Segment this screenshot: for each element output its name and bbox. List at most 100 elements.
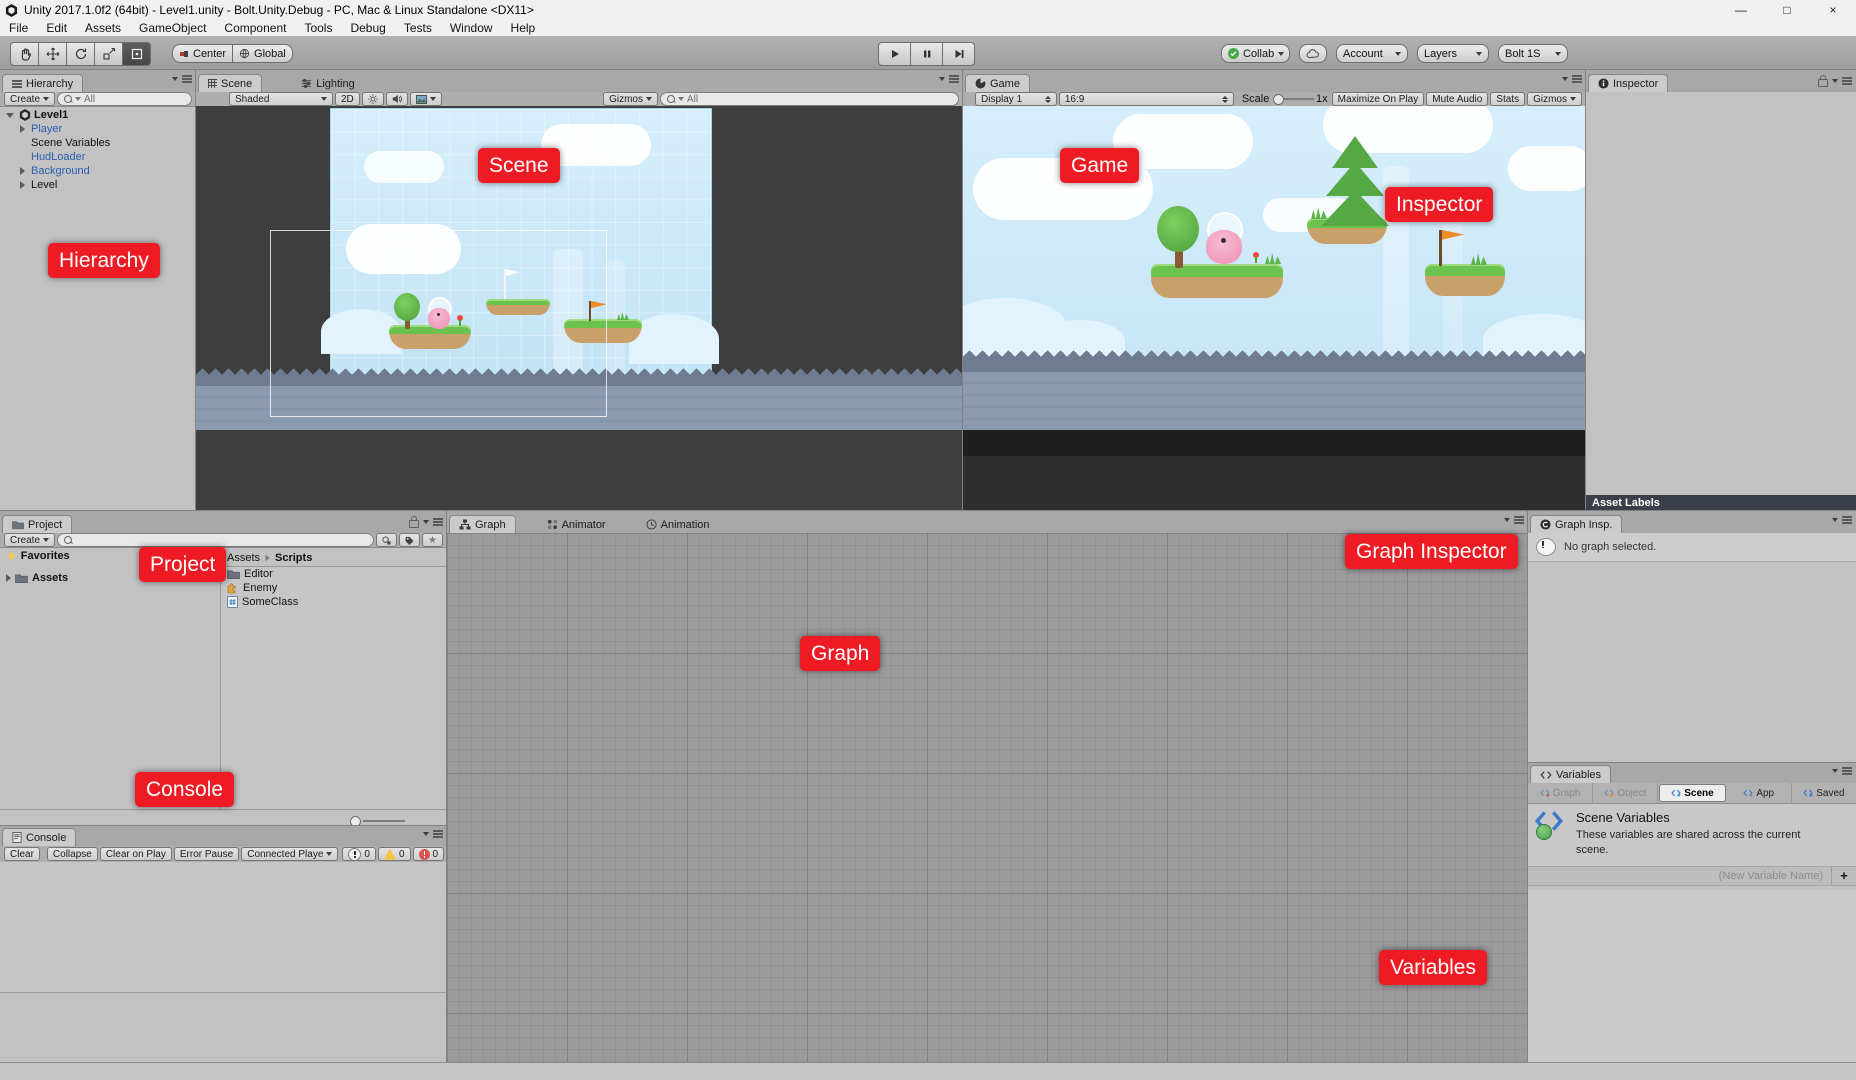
scene-effects-dropdown[interactable] xyxy=(410,92,442,106)
layers-dropdown[interactable]: Layers xyxy=(1417,44,1489,63)
tab-scene[interactable]: Scene xyxy=(198,74,262,92)
scope-tab-graph[interactable]: Graph xyxy=(1528,783,1593,803)
file-row-enemy[interactable]: Enemy xyxy=(221,581,447,595)
tab-inspector[interactable]: Inspector xyxy=(1588,74,1668,92)
hierarchy-item-level[interactable]: Level xyxy=(0,178,196,192)
menu-edit[interactable]: Edit xyxy=(37,20,76,36)
foldout-expanded-icon[interactable] xyxy=(6,113,14,118)
hierarchy-item-scene-variables[interactable]: Scene Variables xyxy=(0,136,196,150)
lock-icon[interactable] xyxy=(409,520,419,528)
panel-menu-icon[interactable] xyxy=(182,75,192,83)
account-dropdown[interactable]: Account xyxy=(1336,44,1408,63)
scene-lighting-toggle[interactable] xyxy=(362,92,384,106)
cloud-button[interactable] xyxy=(1299,44,1327,63)
game-gizmos-dropdown[interactable]: Gizmos xyxy=(1527,92,1582,106)
panel-dropdown-icon[interactable] xyxy=(939,77,945,81)
foldout-collapsed-icon[interactable] xyxy=(20,181,25,189)
scope-tab-scene[interactable]: Scene xyxy=(1659,784,1725,802)
variables-empty-list[interactable] xyxy=(1528,890,1856,1062)
add-variable-button[interactable]: + xyxy=(1831,867,1856,885)
panel-menu-icon[interactable] xyxy=(1842,77,1852,85)
warning-count-toggle[interactable]: 0 xyxy=(378,847,411,861)
tab-animation[interactable]: Animation xyxy=(637,516,719,533)
panel-menu-icon[interactable] xyxy=(949,75,959,83)
space-toggle-button[interactable]: Global xyxy=(232,44,293,63)
clear-button[interactable]: Clear xyxy=(4,847,40,861)
hand-tool-button[interactable] xyxy=(10,42,39,66)
menu-component[interactable]: Component xyxy=(215,20,295,36)
panel-dropdown-icon[interactable] xyxy=(1832,769,1838,773)
menu-tools[interactable]: Tools xyxy=(295,20,341,36)
tab-graph[interactable]: Graph xyxy=(449,515,516,533)
connected-player-dropdown[interactable]: Connected Playe xyxy=(241,847,338,861)
hierarchy-search-input[interactable]: All xyxy=(57,92,192,106)
step-button[interactable] xyxy=(942,42,975,66)
scope-tab-app[interactable]: App xyxy=(1727,783,1792,803)
panel-dropdown-icon[interactable] xyxy=(1562,77,1568,81)
menu-debug[interactable]: Debug xyxy=(341,20,394,36)
panel-menu-icon[interactable] xyxy=(433,518,443,526)
mute-audio-toggle[interactable]: Mute Audio xyxy=(1426,92,1488,106)
panel-dropdown-icon[interactable] xyxy=(172,77,178,81)
graph-canvas[interactable] xyxy=(447,533,1528,1062)
slider-track[interactable] xyxy=(363,820,405,822)
collapse-button[interactable]: Collapse xyxy=(47,847,98,861)
scale-tool-button[interactable] xyxy=(94,42,123,66)
new-variable-name-input[interactable]: (New Variable Name) xyxy=(1528,870,1831,882)
rotate-tool-button[interactable] xyxy=(66,42,95,66)
menu-file[interactable]: File xyxy=(0,20,37,36)
slider-knob[interactable] xyxy=(1273,94,1284,105)
minimize-button[interactable]: — xyxy=(1718,0,1764,20)
console-detail-area[interactable] xyxy=(0,993,447,1062)
hierarchy-item-hudloader[interactable]: HudLoader xyxy=(0,150,196,164)
hierarchy-item-level1[interactable]: Level1 xyxy=(0,108,196,122)
file-row-someclass[interactable]: SomeClass xyxy=(221,595,447,609)
hierarchy-create-button[interactable]: Create xyxy=(4,92,55,106)
move-tool-button[interactable] xyxy=(38,42,67,66)
stats-toggle[interactable]: Stats xyxy=(1490,92,1525,106)
panel-dropdown-icon[interactable] xyxy=(1832,79,1838,83)
hierarchy-item-player[interactable]: Player xyxy=(0,122,196,136)
scope-tab-object[interactable]: Object xyxy=(1593,783,1658,803)
scene-gizmos-dropdown[interactable]: Gizmos xyxy=(603,92,658,106)
panel-dropdown-icon[interactable] xyxy=(1832,518,1838,522)
scene-search-input[interactable]: All xyxy=(660,92,959,106)
close-button[interactable]: × xyxy=(1810,0,1856,20)
panel-menu-icon[interactable] xyxy=(1514,516,1524,524)
2d-toggle-button[interactable]: 2D xyxy=(335,92,360,106)
console-log-list[interactable] xyxy=(0,862,447,993)
collab-button[interactable]: Collab xyxy=(1221,44,1290,63)
tab-hierarchy[interactable]: Hierarchy xyxy=(2,74,83,92)
tab-console[interactable]: Console xyxy=(2,828,76,846)
draw-mode-dropdown[interactable]: Shaded xyxy=(229,92,333,106)
play-button[interactable] xyxy=(878,42,911,66)
scene-viewport[interactable] xyxy=(196,106,963,511)
search-by-label-button[interactable] xyxy=(399,533,420,547)
favorites-star-button[interactable]: ★ xyxy=(422,533,443,547)
pivot-toggle-button[interactable]: Center xyxy=(172,44,233,63)
foldout-collapsed-icon[interactable] xyxy=(20,167,25,175)
tab-animator[interactable]: Animator xyxy=(538,516,615,533)
tab-project[interactable]: Project xyxy=(2,515,72,533)
tab-graph-insp[interactable]: Graph Insp. xyxy=(1530,515,1622,533)
maximize-button[interactable]: □ xyxy=(1764,0,1810,20)
rect-tool-button[interactable] xyxy=(122,42,151,66)
panel-dropdown-icon[interactable] xyxy=(423,520,429,524)
panel-menu-icon[interactable] xyxy=(1842,767,1852,775)
breadcrumb-root[interactable]: Assets xyxy=(227,552,260,564)
foldout-collapsed-icon[interactable] xyxy=(20,125,25,133)
hierarchy-item-background[interactable]: Background xyxy=(0,164,196,178)
panel-menu-icon[interactable] xyxy=(433,830,443,838)
tab-variables[interactable]: Variables xyxy=(1530,765,1611,783)
foldout-collapsed-icon[interactable] xyxy=(6,574,11,582)
project-search-input[interactable] xyxy=(57,533,374,547)
scene-audio-toggle[interactable] xyxy=(386,92,408,106)
panel-menu-icon[interactable] xyxy=(1572,75,1582,83)
search-by-type-button[interactable] xyxy=(376,533,397,547)
error-count-toggle[interactable]: 0 xyxy=(413,847,445,861)
menu-window[interactable]: Window xyxy=(441,20,502,36)
aspect-ratio-dropdown[interactable]: 16:9 xyxy=(1059,92,1234,106)
game-viewport[interactable] xyxy=(963,106,1586,511)
layout-dropdown[interactable]: Bolt 1S xyxy=(1498,44,1568,63)
clear-on-play-button[interactable]: Clear on Play xyxy=(100,847,172,861)
